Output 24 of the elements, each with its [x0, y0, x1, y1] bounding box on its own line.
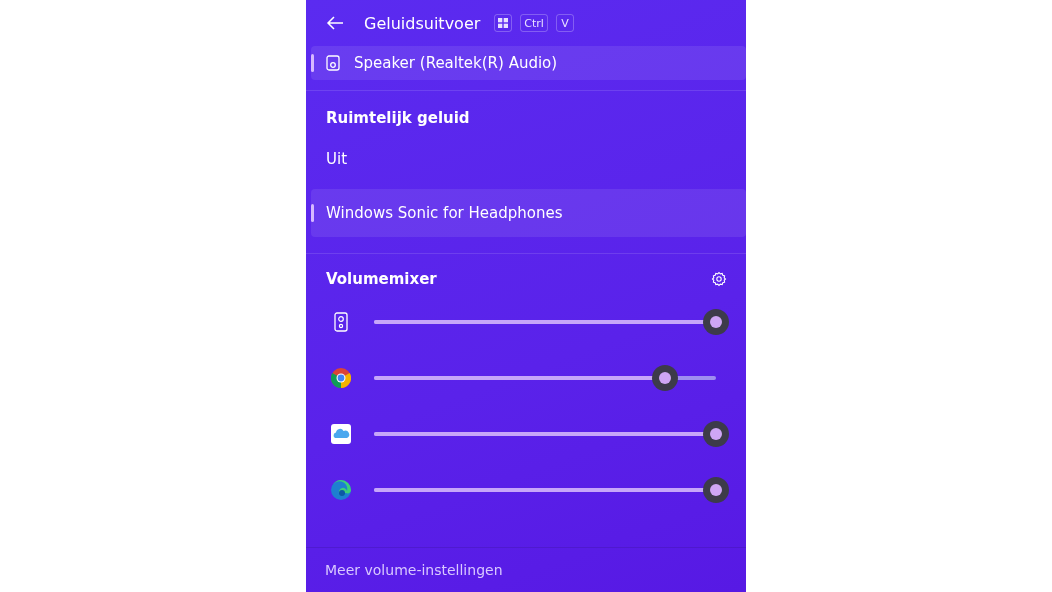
slider-thumb[interactable]: [703, 309, 729, 335]
volume-slider[interactable]: [374, 477, 729, 503]
speaker-icon: [326, 55, 340, 71]
device-item[interactable]: Speaker (Realtek(R) Audio): [311, 46, 746, 80]
slider-thumb[interactable]: [651, 365, 678, 391]
spatial-sound-option[interactable]: Windows Sonic for Headphones: [311, 189, 746, 237]
section-title: Ruimtelijk geluid: [325, 108, 471, 129]
windows-key-icon: [494, 14, 513, 32]
keyboard-key: V: [555, 14, 574, 32]
spatial-sound-option[interactable]: Uit: [311, 135, 746, 183]
slider-thumb[interactable]: [703, 421, 729, 447]
more-settings-link[interactable]: Meer volume-instellingen: [325, 562, 503, 578]
browser-icon[interactable]: [331, 480, 351, 500]
speaker-icon: [334, 312, 348, 332]
cloud-icon[interactable]: [331, 424, 351, 444]
slider-thumb[interactable]: [703, 477, 729, 503]
browser-icon[interactable]: [331, 368, 351, 388]
panel-title: Geluidsuitvoer: [364, 13, 481, 33]
section-title: Volumemixer: [326, 270, 437, 288]
keyboard-key: Ctrl: [520, 14, 548, 32]
settings-icon[interactable]: [711, 271, 727, 287]
volume-slider[interactable]: [374, 309, 729, 335]
volume-slider[interactable]: [374, 421, 729, 447]
back-icon[interactable]: [326, 16, 344, 30]
